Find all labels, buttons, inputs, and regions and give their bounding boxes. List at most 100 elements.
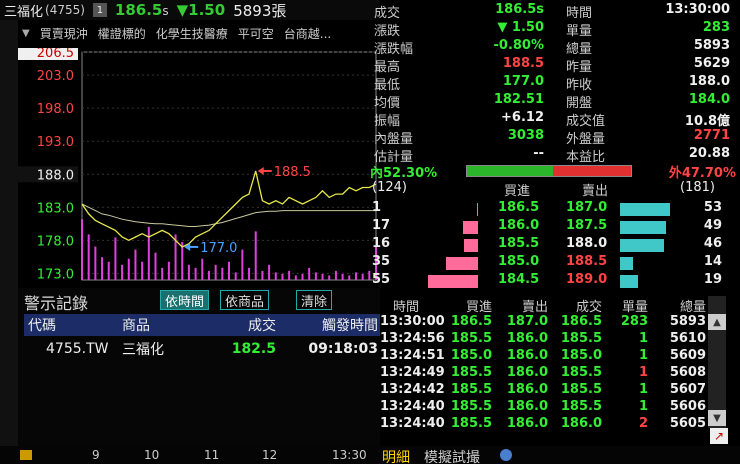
- trade-time: 13:24:40: [380, 399, 445, 414]
- trade-row[interactable]: 13:30:00 186.5 187.0 186.5 283 5893: [380, 314, 710, 331]
- trade-row[interactable]: 13:24:42 185.5 186.0 185.5 1 5607: [380, 382, 710, 399]
- tag-item[interactable]: 平可空: [238, 25, 274, 42]
- bid-price: 185.0: [498, 254, 540, 269]
- ask-header: 賣出: [582, 184, 609, 199]
- trade-bid: 186.5: [450, 314, 492, 329]
- alert-price: 182.5: [231, 341, 276, 357]
- bid-qty: 35: [372, 254, 391, 269]
- trade-bid: 185.5: [450, 382, 492, 397]
- bid-volume-bar: [463, 239, 478, 252]
- tag-item[interactable]: 化學生技醫療: [156, 25, 228, 42]
- chevron-down-icon[interactable]: ▼: [22, 28, 30, 39]
- trade-ask: 186.0: [506, 382, 548, 397]
- trade-qty: 283: [620, 314, 648, 329]
- intraday-chart-svg: 206.5 203.0 198.0 193.0 188.0 183.0 178.0 173.0…: [18, 48, 377, 282]
- trade-column-header: 成交: [575, 300, 602, 315]
- book-row[interactable]: 17 186.0 187.5 49: [370, 218, 740, 238]
- trade-time: 13:24:49: [380, 365, 445, 380]
- alert-time: 09:18:03: [308, 341, 378, 357]
- book-row[interactable]: 1 186.5 187.0 53: [370, 200, 740, 220]
- bottom-corner-icon[interactable]: [20, 450, 32, 460]
- ask-volume-bar: [620, 257, 633, 270]
- quote-label: 振幅: [374, 114, 401, 129]
- bid-volume-bar: [462, 221, 478, 234]
- quote-value: 177.0: [502, 74, 544, 89]
- trade-total: 5609: [669, 348, 706, 363]
- bottom-bar: 9 10 11 12 13:30 明細 模擬試撮: [0, 446, 740, 464]
- bid-volume-bar: [477, 203, 478, 216]
- price-line: [81, 170, 377, 248]
- tag-item[interactable]: 台商越...: [284, 25, 331, 42]
- outer-fill: [552, 166, 631, 176]
- globe-icon[interactable]: [500, 449, 512, 461]
- quote-value: 5629: [693, 56, 730, 71]
- tag-item[interactable]: 權證標的: [98, 25, 146, 42]
- alert-col-code: 代碼: [28, 318, 56, 334]
- y-tick-label: 198.0: [37, 102, 74, 117]
- ask-qty: 14: [703, 254, 722, 269]
- trade-qty: 1: [638, 348, 648, 363]
- trade-row[interactable]: 13:24:49 185.5 186.0 185.5 1 5608: [380, 365, 710, 382]
- alert-row[interactable]: 4755.TW 三福化 182.5 09:18:03: [24, 338, 380, 360]
- trade-time: 13:24:56: [380, 331, 445, 346]
- x-tick: 11: [204, 448, 220, 462]
- quote-value: 188.5: [502, 56, 544, 71]
- bid-price: 186.0: [498, 218, 540, 233]
- quote-value: +6.12: [501, 110, 544, 125]
- bid-volume-bar: [428, 275, 478, 288]
- tab-by-time[interactable]: 依時間: [160, 290, 210, 310]
- trade-total: 5893: [669, 314, 706, 329]
- trade-total: 5606: [669, 399, 706, 414]
- x-tick: 13:30: [332, 448, 367, 462]
- alert-panel: 警示記錄 依時間 依商品 清除 代碼 商品 成交 觸發時間 4755.TW 三福…: [18, 288, 380, 450]
- outer-pct: 外47.70%: [668, 165, 736, 181]
- bid-price: 184.5: [498, 272, 540, 287]
- tab-simulated-match[interactable]: 模擬試撮: [424, 447, 480, 464]
- order-book: (124) 買進 賣出 (181) 1 186.5 187.0 53 17 186.0 18…: [370, 180, 740, 290]
- quote-value: 186.5s: [495, 2, 544, 17]
- scroll-up-button[interactable]: ▲: [708, 314, 726, 330]
- book-row[interactable]: 55 184.5 189.0 19: [370, 272, 740, 292]
- export-icon[interactable]: ↗: [710, 428, 728, 444]
- trade-total: 5607: [669, 382, 706, 397]
- header-price: 186.5: [114, 1, 163, 19]
- x-tick: 10: [144, 448, 160, 462]
- quote-panel: 成交 186.5s 時間 13:30:00 漲跌 ▼ 1.50 單量 283 漲跌幅 -0.80%…: [366, 0, 740, 165]
- scroll-down-button[interactable]: ▼: [708, 410, 726, 426]
- quote-value: 2771: [693, 128, 730, 143]
- tab-detail[interactable]: 明細: [382, 447, 410, 464]
- trade-price: 185.5: [560, 382, 602, 397]
- ask-price: 187.5: [566, 218, 608, 233]
- trade-column-header: 單量: [621, 300, 648, 315]
- bid-qty: 16: [372, 236, 391, 251]
- trade-row[interactable]: 13:24:40 185.5 186.0 186.0 2 5605: [380, 416, 710, 433]
- trade-row[interactable]: 13:24:40 185.5 186.0 185.5 1 5606: [380, 399, 710, 416]
- left-gutter: [0, 20, 18, 450]
- trade-price: 185.5: [560, 331, 602, 346]
- book-row[interactable]: 16 185.5 188.0 46: [370, 236, 740, 256]
- trade-ask: 186.0: [506, 399, 548, 414]
- trade-bid: 185.5: [450, 331, 492, 346]
- tab-by-product[interactable]: 依商品: [220, 290, 270, 310]
- trade-row[interactable]: 13:24:56 185.5 186.0 185.5 1 5610: [380, 331, 710, 348]
- quote-label: 最高: [374, 60, 401, 75]
- quote-label: 開盤: [566, 96, 593, 111]
- trade-row[interactable]: 13:24:51 185.0 186.0 185.0 1 5609: [380, 348, 710, 365]
- ask-qty: 19: [703, 272, 722, 287]
- tag-item[interactable]: 買賣現沖: [40, 25, 88, 42]
- info-button[interactable]: 1: [92, 3, 107, 17]
- ask-volume-bar: [620, 221, 666, 234]
- trade-ask: 186.0: [506, 416, 548, 431]
- book-row[interactable]: 35 185.0 188.5 14: [370, 254, 740, 274]
- quote-value: 13:30:00: [665, 2, 730, 17]
- header-change: ▼1.50: [176, 1, 226, 19]
- ask-qty: 46: [703, 236, 722, 251]
- clear-button[interactable]: 清除: [296, 290, 333, 310]
- trade-total: 5605: [669, 416, 706, 431]
- trade-column-header: 時間: [392, 300, 419, 315]
- intraday-chart[interactable]: 206.5 203.0 198.0 193.0 188.0 183.0 178.0 173.0…: [18, 48, 380, 284]
- trade-bid: 185.5: [450, 416, 492, 431]
- y-tick-label: 178.0: [37, 234, 74, 249]
- trade-column-header: 買進: [465, 300, 492, 315]
- trade-scrollbar[interactable]: ▲ ▼: [708, 296, 726, 428]
